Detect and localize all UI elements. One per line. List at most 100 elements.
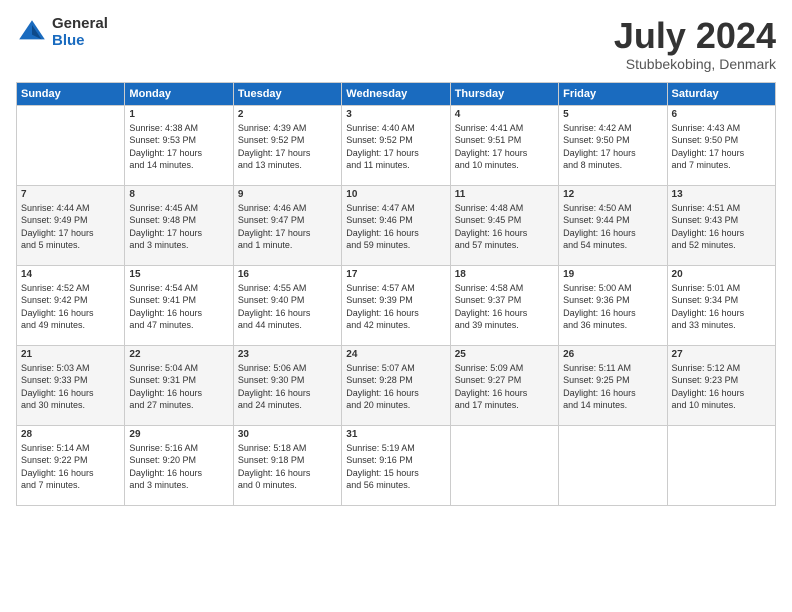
day-number: 28 [21,429,120,440]
cell-content: Sunrise: 4:54 AMSunset: 9:41 PMDaylight:… [129,282,228,332]
cell-line: Daylight: 17 hours [21,227,120,240]
day-number: 25 [455,349,554,360]
cell-line: Sunrise: 5:16 AM [129,442,228,455]
cell-content: Sunrise: 4:45 AMSunset: 9:48 PMDaylight:… [129,202,228,252]
day-header-sunday: Sunday [17,82,125,105]
calendar-cell: 1Sunrise: 4:38 AMSunset: 9:53 PMDaylight… [125,105,233,185]
cell-line: Sunset: 9:20 PM [129,454,228,467]
cell-line: and 0 minutes. [238,479,337,492]
cell-content: Sunrise: 5:18 AMSunset: 9:18 PMDaylight:… [238,442,337,492]
calendar-cell: 8Sunrise: 4:45 AMSunset: 9:48 PMDaylight… [125,185,233,265]
calendar-cell: 4Sunrise: 4:41 AMSunset: 9:51 PMDaylight… [450,105,558,185]
cell-line: Sunrise: 4:54 AM [129,282,228,295]
cell-content: Sunrise: 4:38 AMSunset: 9:53 PMDaylight:… [129,122,228,172]
cell-content: Sunrise: 4:40 AMSunset: 9:52 PMDaylight:… [346,122,445,172]
page: General Blue July 2024 Stubbekobing, Den… [0,0,792,612]
cell-line: Daylight: 16 hours [672,227,771,240]
cell-line: and 59 minutes. [346,239,445,252]
cell-line: Daylight: 16 hours [129,307,228,320]
day-number: 2 [238,109,337,120]
cell-line: Sunset: 9:52 PM [238,134,337,147]
cell-content: Sunrise: 5:01 AMSunset: 9:34 PMDaylight:… [672,282,771,332]
cell-line: Sunrise: 4:45 AM [129,202,228,215]
cell-line: Sunset: 9:42 PM [21,294,120,307]
cell-line: Sunrise: 4:42 AM [563,122,662,135]
header-row: SundayMondayTuesdayWednesdayThursdayFrid… [17,82,776,105]
cell-line: Daylight: 17 hours [455,147,554,160]
cell-line: Daylight: 16 hours [455,307,554,320]
cell-content: Sunrise: 5:11 AMSunset: 9:25 PMDaylight:… [563,362,662,412]
cell-line: Sunrise: 5:19 AM [346,442,445,455]
cell-line: Daylight: 16 hours [455,227,554,240]
cell-line: Daylight: 16 hours [672,307,771,320]
cell-content: Sunrise: 4:46 AMSunset: 9:47 PMDaylight:… [238,202,337,252]
cell-line: Sunset: 9:48 PM [129,214,228,227]
calendar-cell [450,425,558,505]
cell-content: Sunrise: 4:44 AMSunset: 9:49 PMDaylight:… [21,202,120,252]
cell-line: Sunset: 9:37 PM [455,294,554,307]
cell-line: Sunset: 9:43 PM [672,214,771,227]
cell-line: and 10 minutes. [672,399,771,412]
calendar-cell [17,105,125,185]
calendar-table: SundayMondayTuesdayWednesdayThursdayFrid… [16,82,776,506]
cell-line: Sunset: 9:30 PM [238,374,337,387]
month-title: July 2024 [614,16,776,56]
day-number: 15 [129,269,228,280]
day-number: 20 [672,269,771,280]
logo-blue: Blue [52,33,108,50]
cell-line: and 7 minutes. [21,479,120,492]
cell-line: and 24 minutes. [238,399,337,412]
day-number: 24 [346,349,445,360]
cell-line: Sunrise: 5:18 AM [238,442,337,455]
cell-line: Sunset: 9:52 PM [346,134,445,147]
cell-line: and 8 minutes. [563,159,662,172]
cell-line: Sunset: 9:49 PM [21,214,120,227]
cell-line: and 54 minutes. [563,239,662,252]
cell-line: and 3 minutes. [129,479,228,492]
calendar-cell: 15 Sunrise: 4:54 AMSunset: 9:41 PMDayligh… [125,265,233,345]
cell-line: and 7 minutes. [672,159,771,172]
day-header-wednesday: Wednesday [342,82,450,105]
cell-line: and 42 minutes. [346,319,445,332]
logo-general: General [52,16,108,33]
day-header-thursday: Thursday [450,82,558,105]
calendar-cell: 23Sunrise: 5:06 AMSunset: 9:30 PMDayligh… [233,345,341,425]
cell-line: Sunset: 9:16 PM [346,454,445,467]
calendar-cell: 3Sunrise: 4:40 AMSunset: 9:52 PMDaylight… [342,105,450,185]
calendar-cell: 10Sunrise: 4:47 AMSunset: 9:46 PMDayligh… [342,185,450,265]
day-number: 31 [346,429,445,440]
cell-line: Daylight: 16 hours [129,387,228,400]
cell-line: Daylight: 16 hours [238,387,337,400]
cell-line: Sunset: 9:45 PM [455,214,554,227]
calendar-cell: 5Sunrise: 4:42 AMSunset: 9:50 PMDaylight… [559,105,667,185]
cell-line: Sunset: 9:53 PM [129,134,228,147]
cell-line: and 17 minutes. [455,399,554,412]
day-header-friday: Friday [559,82,667,105]
header: General Blue July 2024 Stubbekobing, Den… [16,16,776,72]
cell-line: and 39 minutes. [455,319,554,332]
cell-line: Daylight: 16 hours [238,307,337,320]
day-number: 19 [563,269,662,280]
cell-line: Sunrise: 4:43 AM [672,122,771,135]
cell-line: Sunrise: 5:07 AM [346,362,445,375]
cell-line: Sunset: 9:41 PM [129,294,228,307]
day-number: 12 [563,189,662,200]
calendar-cell [667,425,775,505]
calendar-cell: 14Sunrise: 4:52 AMSunset: 9:42 PMDayligh… [17,265,125,345]
calendar-cell: 6Sunrise: 4:43 AMSunset: 9:50 PMDaylight… [667,105,775,185]
title-block: July 2024 Stubbekobing, Denmark [614,16,776,72]
week-row-3: 14Sunrise: 4:52 AMSunset: 9:42 PMDayligh… [17,265,776,345]
cell-content: Sunrise: 4:55 AMSunset: 9:40 PMDaylight:… [238,282,337,332]
cell-line: Sunrise: 5:06 AM [238,362,337,375]
cell-line: Sunrise: 4:46 AM [238,202,337,215]
cell-line: Sunset: 9:50 PM [563,134,662,147]
cell-line: Sunrise: 5:11 AM [563,362,662,375]
calendar-cell: 28Sunrise: 5:14 AMSunset: 9:22 PMDayligh… [17,425,125,505]
cell-line: Sunrise: 5:00 AM [563,282,662,295]
cell-line: Sunset: 9:34 PM [672,294,771,307]
cell-line: Sunset: 9:40 PM [238,294,337,307]
cell-content: Sunrise: 5:03 AMSunset: 9:33 PMDaylight:… [21,362,120,412]
day-header-monday: Monday [125,82,233,105]
cell-content: Sunrise: 5:12 AMSunset: 9:23 PMDaylight:… [672,362,771,412]
calendar-cell: 24Sunrise: 5:07 AMSunset: 9:28 PMDayligh… [342,345,450,425]
